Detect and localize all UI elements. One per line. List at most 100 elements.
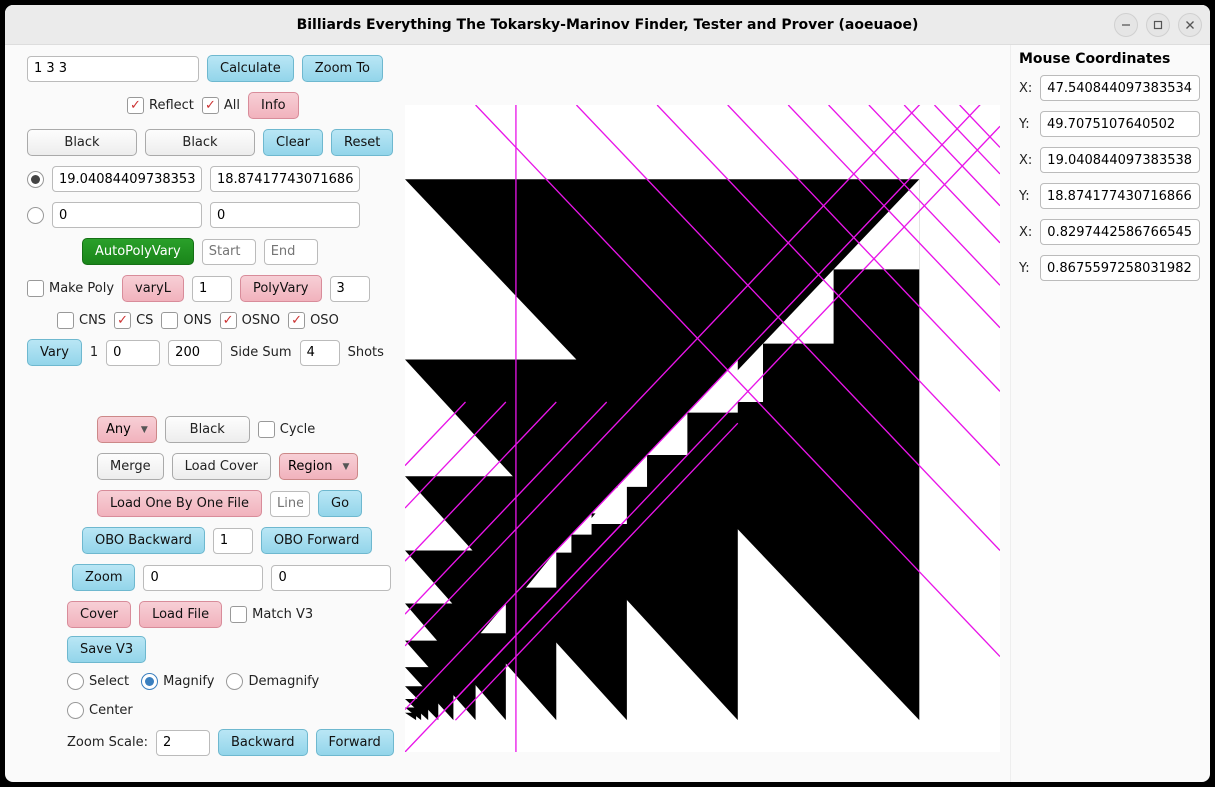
info-button[interactable]: Info xyxy=(248,92,299,119)
cycle-label: Cycle xyxy=(280,422,316,437)
region-dropdown[interactable]: Region ▼ xyxy=(279,453,358,480)
y2-label: Y: xyxy=(1019,189,1032,204)
coord-r1b-input[interactable] xyxy=(210,166,360,192)
reset-button[interactable]: Reset xyxy=(331,129,393,156)
x3-label: X: xyxy=(1019,225,1032,240)
coord-r2a-input[interactable] xyxy=(52,202,202,228)
demagnify-label: Demagnify xyxy=(248,674,319,689)
reflect-label: Reflect xyxy=(149,98,194,113)
cns-checkbox[interactable] xyxy=(57,312,74,329)
coord-row2-radio[interactable] xyxy=(27,207,44,224)
side-sum-label: Side Sum xyxy=(230,345,291,360)
mouse-y3-input[interactable] xyxy=(1040,255,1200,281)
vary-to-input[interactable] xyxy=(168,340,222,366)
cycle-checkbox[interactable] xyxy=(258,421,275,438)
shots-label: Shots xyxy=(348,345,384,360)
clear-button[interactable]: Clear xyxy=(263,129,323,156)
match-v3-label: Match V3 xyxy=(252,607,313,622)
match-v3-checkbox[interactable] xyxy=(230,606,247,623)
maximize-button[interactable] xyxy=(1146,13,1170,37)
black2-button[interactable]: Black xyxy=(145,129,255,156)
cs-label: CS xyxy=(136,313,153,328)
polyvary-input[interactable] xyxy=(330,276,370,302)
cns-label: CNS xyxy=(79,313,106,328)
magnify-radio[interactable] xyxy=(141,673,158,690)
zoom-scale-input[interactable] xyxy=(156,730,210,756)
close-button[interactable] xyxy=(1178,13,1202,37)
side-sum-input[interactable] xyxy=(300,340,340,366)
obo-forward-button[interactable]: OBO Forward xyxy=(261,527,373,554)
y3-label: Y: xyxy=(1019,261,1032,276)
center-label: Center xyxy=(89,703,133,718)
zoom-to-button[interactable]: Zoom To xyxy=(302,55,383,82)
zoom-y-input[interactable] xyxy=(271,565,391,591)
start-input[interactable] xyxy=(202,239,256,265)
mouse-y1-input[interactable] xyxy=(1040,111,1200,137)
forward-button[interactable]: Forward xyxy=(316,729,394,756)
cover-button[interactable]: Cover xyxy=(67,601,131,628)
select-label: Select xyxy=(89,674,129,689)
save-v3-button[interactable]: Save V3 xyxy=(67,636,146,663)
left-panel: Calculate Zoom To Reflect All Info Black… xyxy=(5,45,405,782)
calculate-button[interactable]: Calculate xyxy=(207,55,294,82)
black-mid-button[interactable]: Black xyxy=(165,416,250,443)
oso-label: OSO xyxy=(310,313,339,328)
minimize-button[interactable] xyxy=(1114,13,1138,37)
chevron-down-icon: ▼ xyxy=(343,462,350,472)
ons-checkbox[interactable] xyxy=(161,312,178,329)
window-title: Billiards Everything The Tokarsky-Marino… xyxy=(297,17,919,33)
x1-label: X: xyxy=(1019,81,1032,96)
mouse-x2-input[interactable] xyxy=(1040,147,1200,173)
coord-r2b-input[interactable] xyxy=(210,202,360,228)
coord-r1a-input[interactable] xyxy=(52,166,202,192)
plot-canvas[interactable] xyxy=(405,105,1000,752)
varyl-input[interactable] xyxy=(192,276,232,302)
magnify-label: Magnify xyxy=(163,674,214,689)
zoom-x-input[interactable] xyxy=(143,565,263,591)
titlebar: Billiards Everything The Tokarsky-Marino… xyxy=(5,5,1210,45)
cs-checkbox[interactable] xyxy=(114,312,131,329)
zoom-scale-label: Zoom Scale: xyxy=(67,735,148,750)
reflect-checkbox[interactable] xyxy=(127,97,144,114)
oso-checkbox[interactable] xyxy=(288,312,305,329)
all-label: All xyxy=(224,98,240,113)
y1-label: Y: xyxy=(1019,117,1032,132)
any-dropdown[interactable]: Any ▼ xyxy=(97,416,157,443)
load-cover-button[interactable]: Load Cover xyxy=(172,453,271,480)
obo-index-input[interactable] xyxy=(213,528,253,554)
center-radio[interactable] xyxy=(67,702,84,719)
zoom-button[interactable]: Zoom xyxy=(72,564,135,591)
any-dropdown-label: Any xyxy=(106,422,131,437)
make-poly-checkbox[interactable] xyxy=(27,280,44,297)
mouse-coords-title: Mouse Coordinates xyxy=(1019,51,1200,67)
black1-button[interactable]: Black xyxy=(27,129,137,156)
load-file-button[interactable]: Load File xyxy=(139,601,222,628)
osno-label: OSNO xyxy=(242,313,280,328)
select-radio[interactable] xyxy=(67,673,84,690)
autopolyvary-button[interactable]: AutoPolyVary xyxy=(82,238,194,265)
osno-checkbox[interactable] xyxy=(220,312,237,329)
demagnify-radio[interactable] xyxy=(226,673,243,690)
x2-label: X: xyxy=(1019,153,1032,168)
vary-button[interactable]: Vary xyxy=(27,339,82,366)
region-dropdown-label: Region xyxy=(288,459,333,474)
obo-backward-button[interactable]: OBO Backward xyxy=(82,527,205,554)
mouse-x1-input[interactable] xyxy=(1040,75,1200,101)
coord-row1-radio[interactable] xyxy=(27,171,44,188)
vary-one-label: 1 xyxy=(90,345,98,360)
polyvary-button[interactable]: PolyVary xyxy=(240,275,322,302)
backward-button[interactable]: Backward xyxy=(218,729,308,756)
load-obo-button[interactable]: Load One By One File xyxy=(97,490,262,517)
line-input[interactable] xyxy=(270,491,310,517)
merge-button[interactable]: Merge xyxy=(97,453,164,480)
main-input[interactable] xyxy=(27,56,199,82)
chevron-down-icon: ▼ xyxy=(141,425,148,435)
all-checkbox[interactable] xyxy=(202,97,219,114)
mouse-y2-input[interactable] xyxy=(1040,183,1200,209)
vary-from-input[interactable] xyxy=(106,340,160,366)
end-input[interactable] xyxy=(264,239,318,265)
mouse-coordinates-panel: Mouse Coordinates X: Y: X: Y: X: Y: xyxy=(1010,45,1210,782)
varyl-button[interactable]: varyL xyxy=(122,275,184,302)
go-button[interactable]: Go xyxy=(318,490,362,517)
mouse-x3-input[interactable] xyxy=(1040,219,1200,245)
